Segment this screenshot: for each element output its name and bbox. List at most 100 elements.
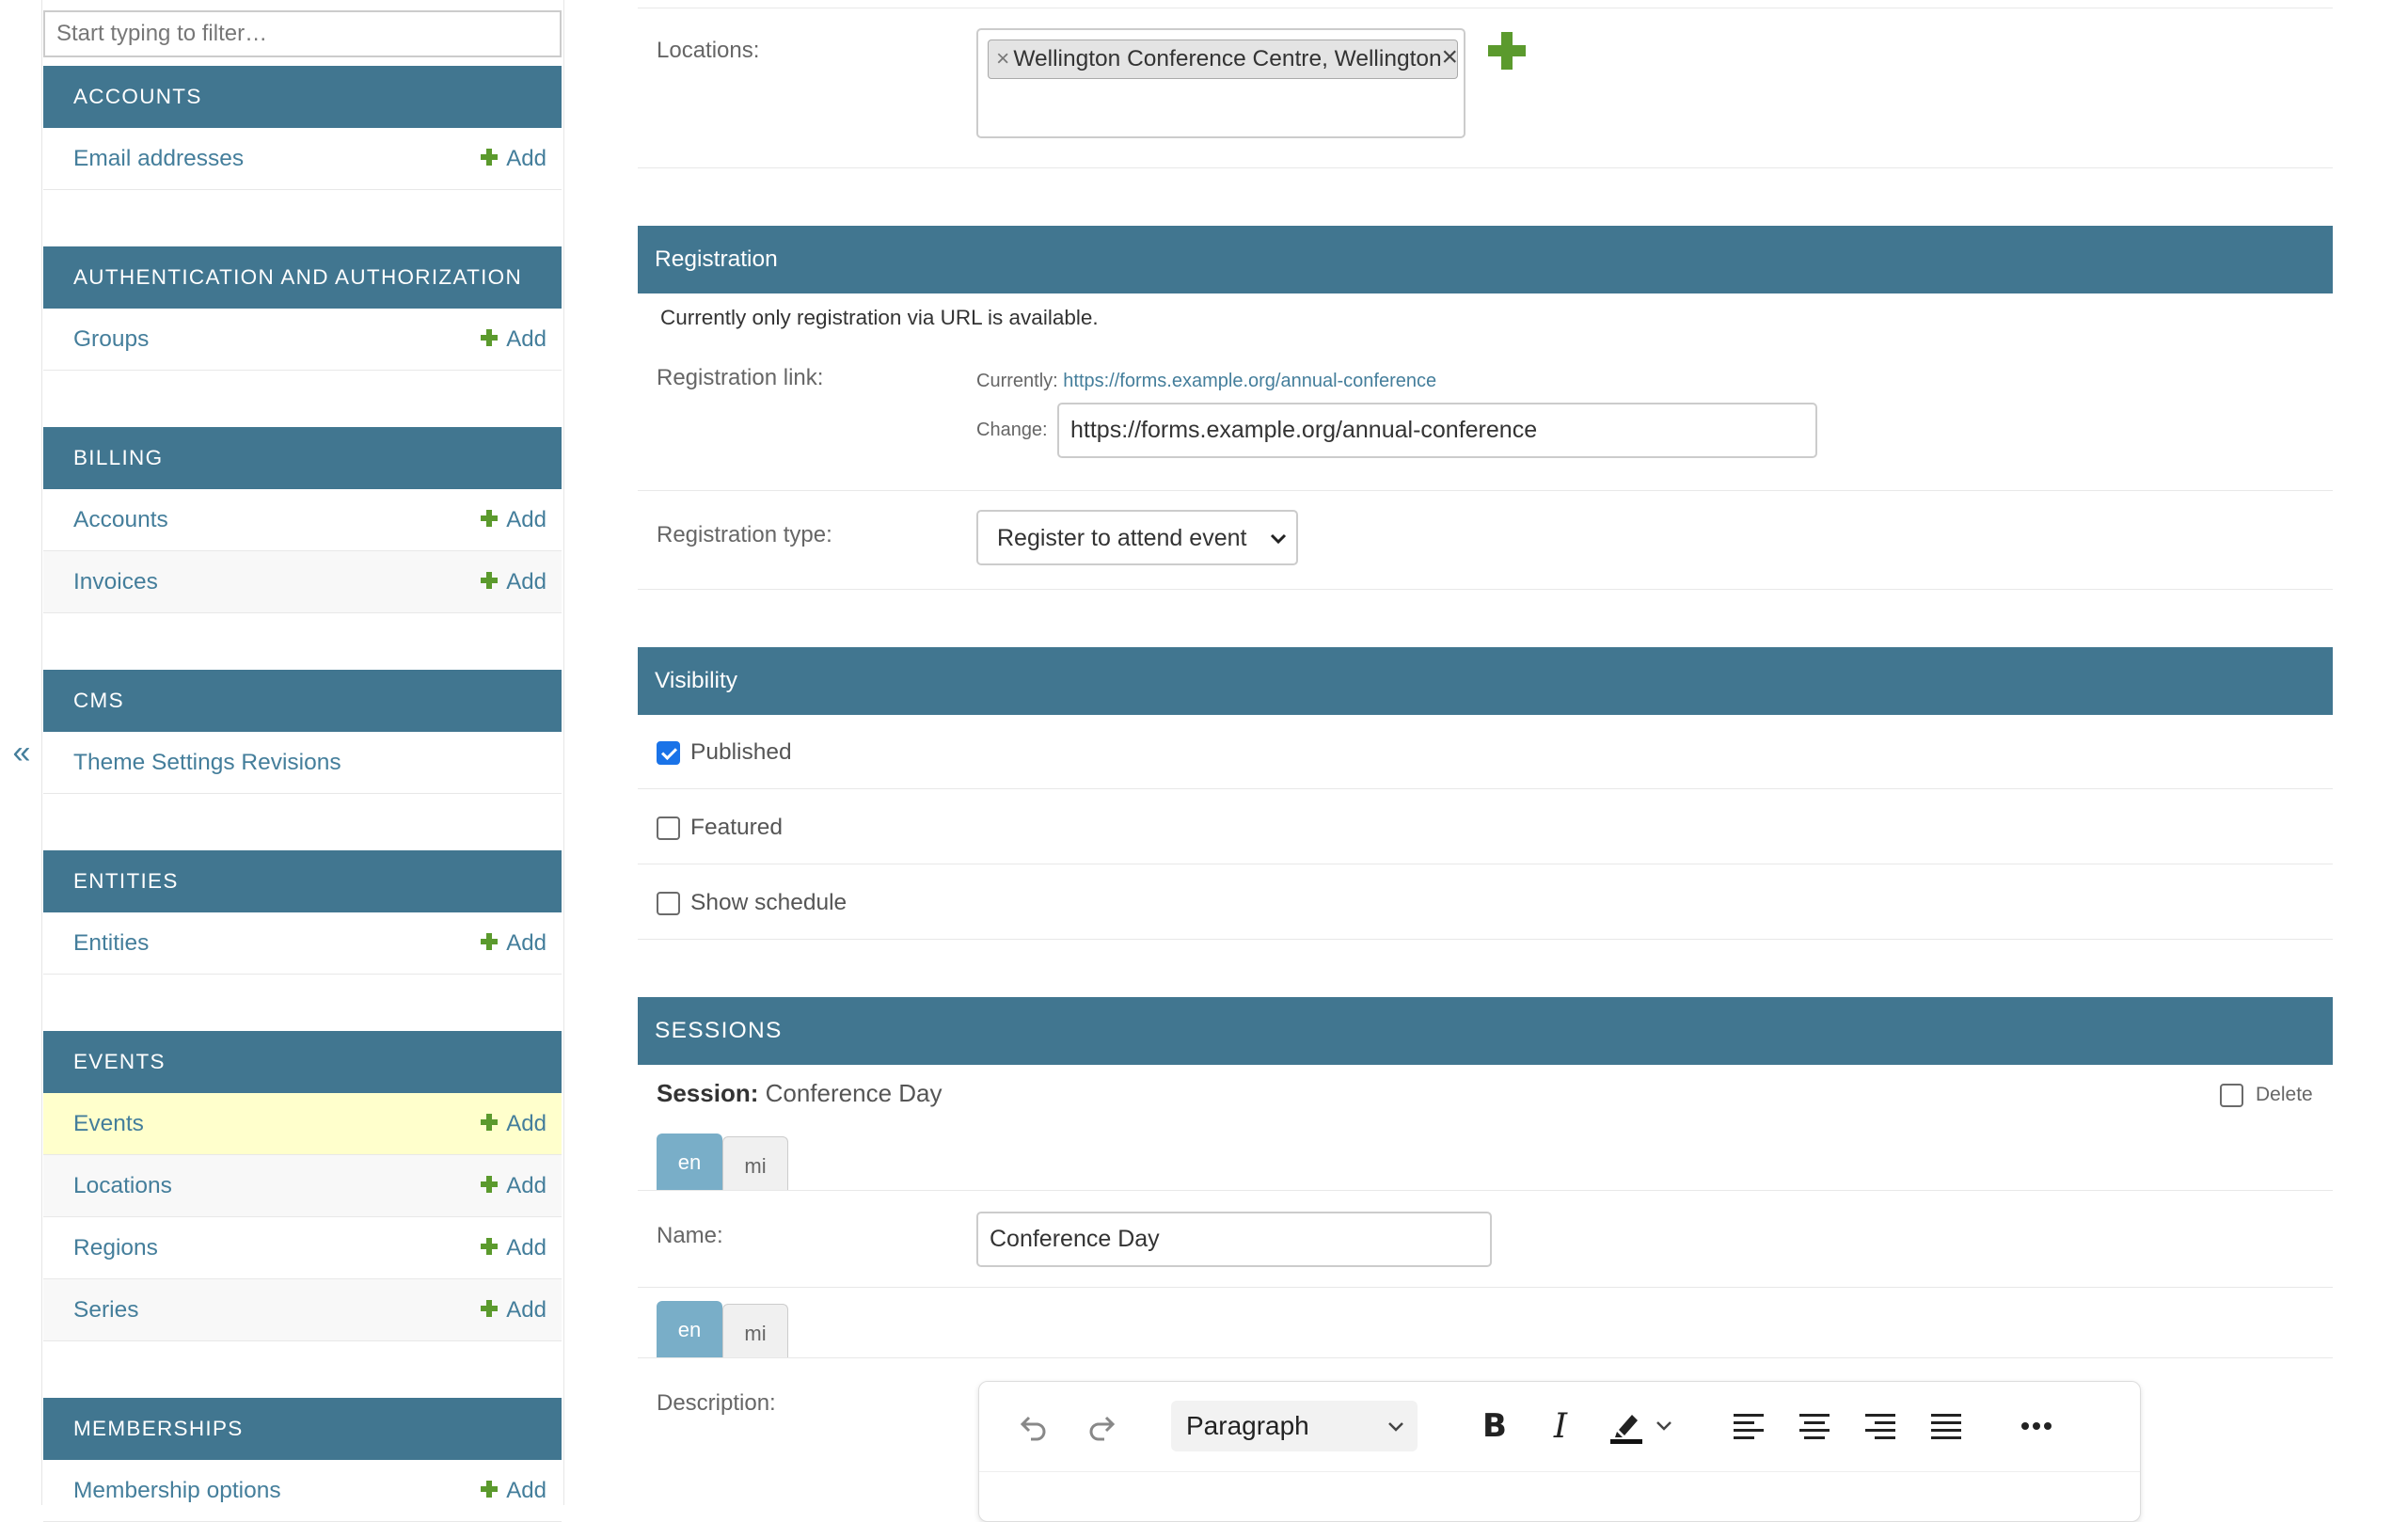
module-header-events: EVENTS	[43, 1031, 562, 1093]
sidebar-model-link[interactable]: Regions	[73, 1217, 158, 1279]
registration-link-input[interactable]	[1057, 403, 1817, 458]
sidebar-model-link[interactable]: Events	[73, 1093, 144, 1155]
show-schedule-checkbox[interactable]	[657, 892, 680, 915]
add-model-button[interactable]: Add	[481, 489, 547, 551]
add-label: Add	[506, 1111, 547, 1136]
featured-checkbox[interactable]	[657, 816, 680, 840]
add-plus-icon	[481, 1237, 499, 1255]
sidebar-model-row: Theme Settings Revisions	[43, 732, 562, 794]
chevron-down-icon	[1270, 533, 1287, 545]
clear-selection-icon[interactable]: ×	[1441, 43, 1458, 71]
divider	[638, 1357, 2333, 1358]
remove-chip-icon[interactable]: ×	[996, 46, 1009, 71]
add-model-button[interactable]: Add	[481, 128, 547, 190]
sidebar-model-row: Membership options Add	[43, 1460, 562, 1522]
editor-toolbar: Paragraph B I	[979, 1382, 2140, 1470]
currently-label: Currently:	[976, 371, 1058, 391]
add-model-button[interactable]: Add	[481, 309, 547, 371]
sidebar-model-row: Events Add	[43, 1093, 562, 1155]
registration-type-value: Register to attend event	[997, 525, 1247, 551]
sidebar-filter-input[interactable]	[43, 10, 562, 57]
add-plus-icon	[481, 1299, 499, 1317]
sidebar-model-row: Accounts Add	[43, 489, 562, 551]
divider	[979, 1471, 2140, 1472]
module-header-memberships: MEMBERSHIPS	[43, 1398, 562, 1460]
published-checkbox[interactable]	[657, 741, 680, 765]
paragraph-style-dropdown[interactable]: Paragraph	[1171, 1401, 1418, 1451]
align-right-icon[interactable]	[1856, 1402, 1905, 1451]
add-label: Add	[506, 1235, 547, 1260]
add-plus-icon	[481, 932, 499, 950]
registration-type-select[interactable]: Register to attend event	[976, 510, 1298, 565]
locations-multiselect[interactable]: × Wellington Conference Centre, Wellingto…	[976, 28, 1465, 138]
locations-label: Locations:	[657, 38, 760, 63]
add-model-button[interactable]: Add	[481, 1217, 547, 1279]
module-header-entities: ENTITIES	[43, 850, 562, 912]
divider	[638, 788, 2333, 789]
sidebar-model-link[interactable]: Entities	[73, 912, 149, 975]
add-location-plus-icon[interactable]	[1488, 32, 1526, 70]
add-plus-icon	[481, 148, 499, 166]
add-model-button[interactable]: Add	[481, 1155, 547, 1217]
sidebar-model-row: Email addresses Add	[43, 128, 562, 190]
module-header-cms: CMS	[43, 670, 562, 732]
add-model-button[interactable]: Add	[481, 1093, 547, 1155]
module-header-billing: BILLING	[43, 427, 562, 489]
add-plus-icon	[481, 328, 499, 346]
tab-mi[interactable]: mi	[722, 1136, 788, 1190]
divider	[638, 167, 2333, 168]
add-label: Add	[506, 507, 547, 532]
add-plus-icon	[481, 1175, 499, 1193]
bold-icon[interactable]: B	[1470, 1402, 1519, 1451]
registration-type-label: Registration type:	[657, 522, 832, 547]
sidebar-model-row: Regions Add	[43, 1217, 562, 1279]
sidebar-model-link[interactable]: Groups	[73, 309, 149, 371]
highlight-icon[interactable]	[1602, 1402, 1651, 1451]
sidebar-model-link[interactable]: Email addresses	[73, 128, 244, 190]
align-center-icon[interactable]	[1790, 1402, 1839, 1451]
highlight-chevron-icon[interactable]	[1651, 1402, 1677, 1451]
add-model-button[interactable]: Add	[481, 1279, 547, 1341]
add-plus-icon	[481, 509, 499, 527]
session-name: Conference Day	[765, 1079, 943, 1107]
sidebar-model-link[interactable]: Accounts	[73, 489, 168, 551]
registration-link-label: Registration link:	[657, 365, 824, 390]
align-left-icon[interactable]	[1724, 1402, 1773, 1451]
sidebar-model-link[interactable]: Series	[73, 1279, 138, 1341]
divider	[638, 1190, 2333, 1191]
visibility-fieldset-header: Visibility	[638, 647, 2333, 715]
divider	[638, 589, 2333, 590]
add-label: Add	[506, 326, 547, 352]
sessions-inline-header: SESSIONS	[638, 997, 2333, 1065]
add-label: Add	[506, 930, 547, 956]
add-label: Add	[506, 146, 547, 171]
undo-icon[interactable]	[1009, 1402, 1058, 1451]
add-model-button[interactable]: Add	[481, 1460, 547, 1522]
add-model-button[interactable]: Add	[481, 551, 547, 613]
selected-location-chip: × Wellington Conference Centre, Wellingto…	[988, 40, 1458, 79]
add-label: Add	[506, 1478, 547, 1503]
sidebar-model-link[interactable]: Membership options	[73, 1460, 281, 1522]
more-options-icon[interactable]	[2012, 1402, 2061, 1451]
sidebar-model-link[interactable]: Invoices	[73, 551, 158, 613]
tab-en[interactable]: en	[657, 1301, 722, 1357]
add-plus-icon	[481, 1113, 499, 1131]
change-label: Change:	[976, 420, 1048, 440]
add-plus-icon	[481, 571, 499, 589]
sidebar-model-row: Invoices Add	[43, 551, 562, 613]
tab-mi[interactable]: mi	[722, 1304, 788, 1357]
align-justify-icon[interactable]	[1922, 1402, 1971, 1451]
session-name-input[interactable]	[976, 1212, 1492, 1267]
sidebar-model-link[interactable]: Locations	[73, 1155, 172, 1217]
italic-icon[interactable]: I	[1536, 1402, 1585, 1451]
current-registration-url-link[interactable]: https://forms.example.org/annual-confere…	[1063, 371, 1436, 391]
sidebar-model-link[interactable]: Theme Settings Revisions	[73, 732, 341, 794]
delete-session-checkbox[interactable]	[2220, 1084, 2243, 1107]
session-title: Session: Conference Day	[657, 1079, 943, 1108]
add-model-button[interactable]: Add	[481, 912, 547, 975]
sidebar-model-row: Entities Add	[43, 912, 562, 975]
description-rich-text-editor[interactable]: Paragraph B I	[978, 1381, 2141, 1522]
tab-en[interactable]: en	[657, 1134, 722, 1190]
redo-icon[interactable]	[1077, 1402, 1126, 1451]
collapse-sidebar-toggle[interactable]: «	[6, 729, 38, 776]
